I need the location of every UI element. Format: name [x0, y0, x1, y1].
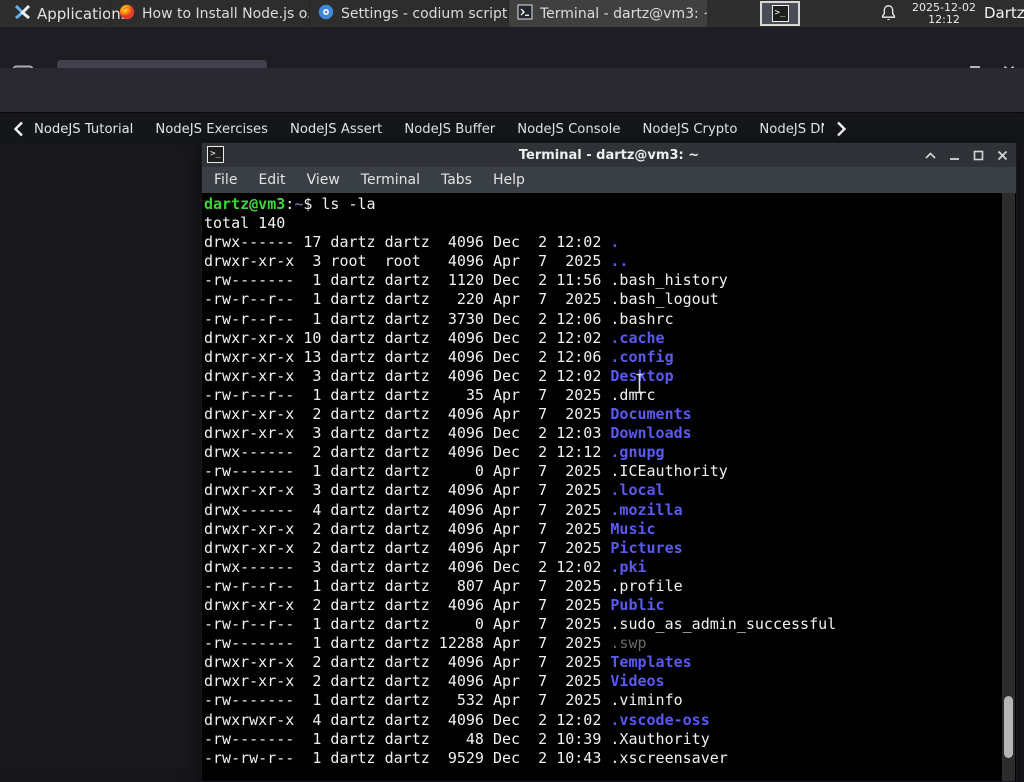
panel-clock[interactable]: 2025-12-02 12:12: [906, 2, 982, 26]
sitenav-items: NodeJS Tutorial NodeJS Exercises NodeJS As…: [34, 113, 824, 145]
clock-time: 12:12: [928, 13, 960, 26]
terminal-line: drwxr-xr-x 2 dartz dartz 4096 Apr 7 2025…: [204, 538, 683, 557]
terminal-line: -rw-r--r-- 1 dartz dartz 3730 Dec 2 12:0…: [204, 309, 674, 328]
terminal-line: -rw------- 1 dartz dartz 532 Apr 7 2025 …: [204, 691, 683, 710]
settings-icon: [318, 4, 334, 24]
terminal-line: drwxr-xr-x 3 root root 4096 Apr 7 2025 .…: [204, 252, 629, 271]
terminal-line: drwxr-xr-x 3 dartz dartz 4096 Apr 7 2025…: [204, 481, 665, 500]
terminal-window: >_ Terminal - dartz@vm3: ~ File Edit View T…: [201, 142, 1017, 782]
tray-terminal-indicator[interactable]: >_: [760, 1, 800, 26]
sitenav-item[interactable]: NodeJS Assert: [290, 122, 382, 137]
terminal-line: -rw-r--r-- 1 dartz dartz 807 Apr 7 2025 …: [204, 576, 683, 595]
terminal-line: drwxr-xr-x 3 dartz dartz 4096 Dec 2 12:0…: [204, 424, 692, 443]
firefox-icon: [119, 4, 135, 24]
tray-terminal-icon: >_: [771, 5, 789, 22]
terminal-icon: [517, 4, 533, 24]
notification-bell-icon[interactable]: [880, 4, 897, 26]
sitenav-item[interactable]: NodeJS Tutorial: [34, 122, 133, 137]
terminal-menu-help[interactable]: Help: [493, 172, 525, 188]
window-button-firefox[interactable]: How to Install Node.js o...: [110, 0, 309, 27]
terminal-line: drwx------ 4 dartz dartz 4096 Apr 7 2025…: [204, 500, 683, 519]
terminal-line: -rw-r--r-- 1 dartz dartz 0 Apr 7 2025 .s…: [204, 615, 837, 634]
terminal-menu-file[interactable]: File: [214, 172, 237, 188]
terminal-shade-button[interactable]: [922, 147, 938, 163]
terminal-titlebar[interactable]: >_ Terminal - dartz@vm3: ~: [202, 143, 1016, 167]
terminal-menu-view[interactable]: View: [307, 172, 340, 188]
scroll-left-chevron-icon[interactable]: [13, 121, 24, 141]
firefox-nav-toolbar: https://www.geeksforgeeks.org/node-js/in…: [0, 68, 1024, 174]
nodejs-subnav: NodeJS Tutorial NodeJS Exercises NodeJS As…: [0, 113, 1024, 256]
window-button-terminal[interactable]: Terminal - dartz@vm3: ~: [508, 0, 707, 27]
window-button-label: How to Install Node.js o...: [142, 5, 309, 22]
terminal-line: drwx------ 17 dartz dartz 4096 Dec 2 12:…: [204, 233, 620, 252]
firefox-tab-bar: ∞ How to Install Node.js on ✕ +: [0, 27, 1024, 91]
terminal-line: drwxr-xr-x 2 dartz dartz 4096 Apr 7 2025…: [204, 672, 665, 691]
window-button-label: Settings - codium script...: [341, 5, 508, 22]
terminal-menu-edit[interactable]: Edit: [258, 172, 285, 188]
text-cursor-ibeam: [636, 373, 643, 394]
sitenav-item[interactable]: NodeJS DNS: [759, 122, 824, 137]
terminal-line: drwxr-xr-x 2 dartz dartz 4096 Apr 7 2025…: [204, 595, 665, 614]
applications-icon: [14, 3, 31, 24]
terminal-line: drwxr-xr-x 2 dartz dartz 4096 Apr 7 2025…: [204, 519, 656, 538]
terminal-line: -rw-r--r-- 1 dartz dartz 35 Apr 7 2025 .…: [204, 385, 656, 404]
terminal-maximize-button[interactable]: [970, 147, 986, 163]
sitenav-item[interactable]: NodeJS Crypto: [642, 122, 737, 137]
top-panel: Applications How to Install Node.js o...…: [0, 0, 1024, 27]
terminal-line: drwxr-xr-x 13 dartz dartz 4096 Dec 2 12:…: [204, 347, 674, 366]
terminal-line: -rw-r--r-- 1 dartz dartz 220 Apr 7 2025 …: [204, 290, 719, 309]
terminal-scrollbar-track[interactable]: [1002, 193, 1015, 781]
terminal-line: drwx------ 3 dartz dartz 4096 Dec 2 12:0…: [204, 557, 647, 576]
terminal-line: drwxrwxr-x 4 dartz dartz 4096 Dec 2 12:0…: [204, 710, 710, 729]
terminal-line: drwxr-xr-x 10 dartz dartz 4096 Dec 2 12:…: [204, 328, 665, 347]
terminal-line: drwx------ 2 dartz dartz 4096 Dec 2 12:1…: [204, 443, 665, 462]
terminal-output[interactable]: dartz@vm3:~$ ls -la total 140 drwx------ 1…: [202, 193, 1016, 781]
window-button-label: Terminal - dartz@vm3: ~: [540, 5, 707, 22]
terminal-menu-tabs[interactable]: Tabs: [441, 172, 472, 188]
sitenav-item[interactable]: NodeJS Buffer: [404, 122, 495, 137]
scroll-right-chevron-icon[interactable]: [836, 121, 847, 141]
terminal-scrollbar-thumb[interactable]: [1004, 696, 1013, 758]
terminal-line: total 140: [204, 214, 286, 233]
terminal-menu-terminal[interactable]: Terminal: [361, 172, 420, 188]
sitenav-item[interactable]: NodeJS Exercises: [155, 122, 268, 137]
terminal-line: -rw------- 1 dartz dartz 12288 Apr 7 202…: [204, 634, 647, 653]
terminal-minimize-button[interactable]: [946, 147, 962, 163]
terminal-line: dartz@vm3:~$ ls -la: [204, 195, 376, 213]
terminal-close-button[interactable]: [994, 147, 1010, 163]
panel-username: Dartz: [984, 4, 1024, 22]
terminal-menubar: File Edit View Terminal Tabs Help: [202, 167, 1016, 193]
window-buttons: How to Install Node.js o... Settings - c…: [110, 0, 707, 27]
sitenav-item[interactable]: NodeJS Console: [517, 122, 620, 137]
terminal-line: -rw-rw-r-- 1 dartz dartz 9529 Dec 2 10:4…: [204, 748, 728, 767]
terminal-line: drwxr-xr-x 2 dartz dartz 4096 Apr 7 2025…: [204, 405, 692, 424]
terminal-titlebar-icon: >_: [207, 146, 224, 163]
terminal-line: -rw------- 1 dartz dartz 1120 Dec 2 11:5…: [204, 271, 728, 290]
terminal-title: Terminal - dartz@vm3: ~: [518, 147, 700, 163]
terminal-line: -rw------- 1 dartz dartz 48 Dec 2 10:39 …: [204, 729, 710, 748]
terminal-line: drwxr-xr-x 2 dartz dartz 4096 Apr 7 2025…: [204, 653, 692, 672]
terminal-line: drwxr-xr-x 3 dartz dartz 4096 Dec 2 12:0…: [204, 366, 674, 385]
terminal-line: -rw------- 1 dartz dartz 0 Apr 7 2025 .I…: [204, 462, 728, 481]
window-button-settings[interactable]: Settings - codium script...: [309, 0, 508, 27]
